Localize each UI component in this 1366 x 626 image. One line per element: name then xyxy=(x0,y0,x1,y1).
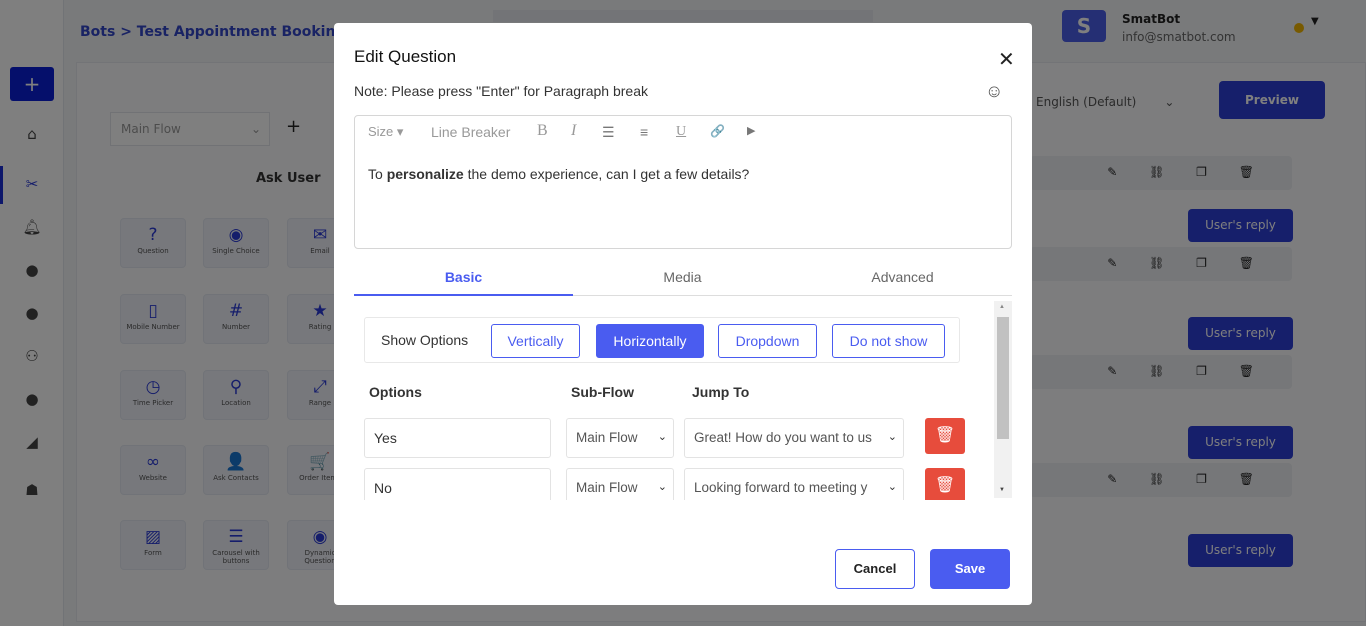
emoji-icon[interactable]: ☺ xyxy=(985,81,1003,102)
option-horizontally-button[interactable]: Horizontally xyxy=(596,324,704,358)
tab-media[interactable]: Media xyxy=(573,269,792,285)
options-list: Yes Main Flow ⌄ Great! How do you want to… xyxy=(354,413,994,500)
jump-to-select[interactable]: Great! How do you want to us ⌄ xyxy=(684,418,904,458)
modal-title: Edit Question xyxy=(354,47,457,66)
scrollbar[interactable]: ▲ ▼ xyxy=(994,301,1012,498)
cancel-button[interactable]: Cancel xyxy=(835,549,915,589)
option-vertically-button[interactable]: Vertically xyxy=(491,324,580,358)
show-options-group: Show Options Vertically Horizontally Dro… xyxy=(364,317,960,363)
delete-option-button[interactable]: 🗑︎ xyxy=(925,418,965,454)
scroll-down-icon[interactable]: ▼ xyxy=(999,487,1005,493)
numbered-list-icon[interactable]: ≡ xyxy=(640,124,648,140)
line-breaker-button[interactable]: Line Breaker xyxy=(431,124,510,140)
option-do-not-show-button[interactable]: Do not show xyxy=(832,324,945,358)
tab-basic[interactable]: Basic xyxy=(354,269,573,285)
tab-advanced[interactable]: Advanced xyxy=(793,269,1012,285)
subflow-select[interactable]: Main Flow ⌄ xyxy=(566,468,674,500)
close-icon[interactable]: ✕ xyxy=(998,47,1015,72)
edit-question-modal: Edit Question ✕ Note: Please press "Ente… xyxy=(334,23,1032,605)
jump-to-select[interactable]: Looking forward to meeting y ⌄ xyxy=(684,468,904,500)
underline-icon[interactable]: U xyxy=(676,124,686,140)
option-dropdown-button[interactable]: Dropdown xyxy=(718,324,817,358)
scroll-up-icon[interactable]: ▲ xyxy=(999,304,1005,310)
link-icon[interactable]: 🔗 xyxy=(710,124,725,138)
scrollbar-thumb[interactable] xyxy=(997,317,1009,439)
jump-to-header: Jump To xyxy=(692,384,750,400)
subflow-select[interactable]: Main Flow ⌄ xyxy=(566,418,674,458)
show-options-label: Show Options xyxy=(381,332,469,348)
bullet-list-icon[interactable]: ☰ xyxy=(602,124,615,141)
bold-icon[interactable]: B xyxy=(537,122,548,140)
question-text[interactable]: To personalize the demo experience, can … xyxy=(368,166,749,182)
note-text: Note: Please press "Enter" for Paragraph… xyxy=(354,83,648,99)
active-tab-indicator xyxy=(354,294,573,296)
options-header: Options xyxy=(369,384,422,400)
save-button[interactable]: Save xyxy=(930,549,1010,589)
option-input[interactable]: No xyxy=(364,468,551,500)
size-dropdown[interactable]: Size ▾ xyxy=(368,124,403,140)
delete-option-button[interactable]: 🗑︎ xyxy=(925,468,965,500)
subflow-header: Sub-Flow xyxy=(571,384,634,400)
video-icon[interactable]: ▶ xyxy=(747,124,755,137)
option-input[interactable]: Yes xyxy=(364,418,551,458)
italic-icon[interactable]: I xyxy=(571,122,576,140)
question-editor[interactable]: Size ▾ Line Breaker B I ☰ ≡ U 🔗 ▶ To per… xyxy=(354,115,1012,249)
